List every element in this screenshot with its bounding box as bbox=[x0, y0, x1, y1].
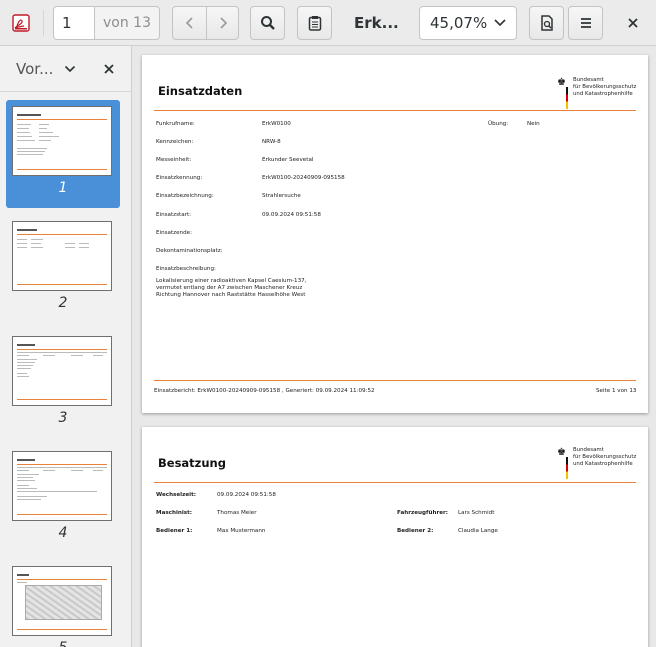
page-thumbnail-image bbox=[12, 566, 112, 636]
sidebar-close-button[interactable] bbox=[98, 58, 120, 80]
thumbnail-label: 3 bbox=[58, 410, 68, 426]
agency-logo: ♚ Bundesamt für Bevölkerungsschutz und Kat… bbox=[557, 77, 647, 111]
menu-button[interactable] bbox=[568, 6, 603, 40]
page-title: Einsatzdaten bbox=[158, 84, 243, 98]
field-label: Einsatzbeschreibung: bbox=[156, 266, 216, 272]
field-value: ErkW0100-20240909-095158 bbox=[262, 175, 345, 181]
zoom-value: 45,07% bbox=[430, 14, 488, 32]
chevron-down-icon bbox=[494, 19, 506, 27]
field-label: Bediener 1: bbox=[156, 528, 193, 534]
field-value: 09.09.2024 09:51:58 bbox=[262, 212, 321, 218]
document-title: Erk... bbox=[354, 14, 399, 32]
thumbnail-page-1[interactable]: 1 bbox=[6, 100, 120, 208]
chevron-left-icon bbox=[185, 17, 193, 29]
field-label: Einsatzende: bbox=[156, 230, 192, 236]
search-button[interactable] bbox=[250, 6, 285, 40]
field-label: Übung: bbox=[488, 121, 509, 127]
description-line: vermutet entlang der A7 zwischen Maschen… bbox=[156, 285, 303, 291]
previous-page-button[interactable] bbox=[172, 6, 207, 40]
thumbnail-sidebar: Vor... 1 2 3 4 bbox=[0, 46, 132, 647]
field-value: Claudia Lange bbox=[458, 528, 498, 534]
sidebar-header: Vor... bbox=[0, 46, 131, 92]
close-button[interactable] bbox=[620, 8, 646, 38]
header-rule bbox=[154, 110, 636, 111]
page-thumbnail-image bbox=[12, 336, 112, 406]
field-label: Messeinheit: bbox=[156, 157, 192, 163]
field-label: Bediener 2: bbox=[397, 528, 434, 534]
field-label: Einsatzbezeichnung: bbox=[156, 193, 214, 199]
page-number-value: 1 bbox=[62, 14, 72, 32]
field-value: Max Mustermann bbox=[217, 528, 266, 534]
page-thumbnail-image bbox=[12, 451, 112, 521]
page-footer-info: Einsatzbericht: ErkW0100-20240909-095158… bbox=[154, 388, 375, 394]
next-page-button[interactable] bbox=[206, 6, 239, 40]
field-value: Lars Schmidt bbox=[458, 510, 495, 516]
page-thumbnail-image bbox=[12, 106, 112, 176]
footer-rule bbox=[154, 380, 636, 381]
page-number-input[interactable]: 1 bbox=[53, 6, 95, 40]
field-label: Einsatzstart: bbox=[156, 212, 192, 218]
hamburger-icon bbox=[580, 18, 591, 28]
separator bbox=[43, 10, 44, 36]
thumbnail-page-2[interactable]: 2 bbox=[6, 215, 120, 323]
document-page-1: Einsatzdaten ♚ Bundesamt für Bevölkerungs… bbox=[142, 55, 648, 413]
field-label: Wechselzeit: bbox=[156, 492, 196, 498]
description-line: Lokalisierung einer radioaktiven Kapsel … bbox=[156, 278, 307, 284]
field-label: Dekontaminationsplatz: bbox=[156, 248, 223, 254]
page-count-label: von 13 bbox=[94, 6, 160, 40]
document-view[interactable]: Einsatzdaten ♚ Bundesamt für Bevölkerungs… bbox=[132, 46, 656, 647]
field-label: Einsatzkennung: bbox=[156, 175, 203, 181]
field-value: 09.09.2024 09:51:58 bbox=[217, 492, 276, 498]
field-value: NRW-8 bbox=[262, 139, 281, 145]
page-footer-number: Seite 1 von 13 bbox=[596, 388, 637, 394]
thumbnail-page-4[interactable]: 4 bbox=[6, 445, 120, 553]
print-preview-button[interactable] bbox=[529, 6, 564, 40]
field-value: Thomas Meier bbox=[217, 510, 257, 516]
field-value: Erkunder Seevetal bbox=[262, 157, 314, 163]
field-label: Funkrufname: bbox=[156, 121, 195, 127]
annotations-button[interactable] bbox=[297, 6, 332, 40]
map-image bbox=[25, 585, 102, 620]
close-icon bbox=[628, 18, 638, 28]
close-icon bbox=[104, 64, 114, 74]
zoom-selector[interactable]: 45,07% bbox=[419, 6, 517, 40]
thumbnail-label: 4 bbox=[58, 525, 68, 541]
thumbnail-label: 1 bbox=[58, 180, 68, 196]
app-icon bbox=[12, 14, 30, 32]
eagle-icon: ♚ bbox=[557, 447, 566, 458]
thumbnail-page-5[interactable]: 5 bbox=[6, 560, 120, 647]
field-label: Maschinist: bbox=[156, 510, 193, 516]
thumbnail-page-3[interactable]: 3 bbox=[6, 330, 120, 438]
field-value: ErkW0100 bbox=[262, 121, 291, 127]
agency-logo: ♚ Bundesamt für Bevölkerungsschutz und Kat… bbox=[557, 447, 647, 481]
description-line: Richtung Hannover nach Raststätte Hassel… bbox=[156, 292, 306, 298]
page-title: Besatzung bbox=[158, 456, 226, 470]
field-value: Strahlersuche bbox=[262, 193, 301, 199]
header-rule bbox=[154, 482, 636, 483]
thumbnail-label: 2 bbox=[58, 295, 68, 311]
sidebar-view-selector[interactable]: Vor... bbox=[8, 52, 90, 86]
chevron-right-icon bbox=[219, 17, 227, 29]
search-icon bbox=[260, 16, 275, 30]
chevron-down-icon bbox=[64, 65, 76, 73]
document-page-2: Besatzung ♚ Bundesamt für Bevölkerungssch… bbox=[142, 427, 648, 647]
field-label: Fahrzeugführer: bbox=[397, 510, 448, 516]
document-search-icon bbox=[540, 15, 553, 31]
eagle-icon: ♚ bbox=[557, 77, 566, 88]
field-label: Kennzeichen: bbox=[156, 139, 194, 145]
page-thumbnail-image bbox=[12, 221, 112, 291]
header-bar: 1 von 13 Erk... 45,07% bbox=[0, 0, 656, 46]
clipboard-icon bbox=[308, 16, 321, 31]
thumbnail-label: 5 bbox=[6, 640, 120, 647]
field-value: Nein bbox=[527, 121, 540, 127]
